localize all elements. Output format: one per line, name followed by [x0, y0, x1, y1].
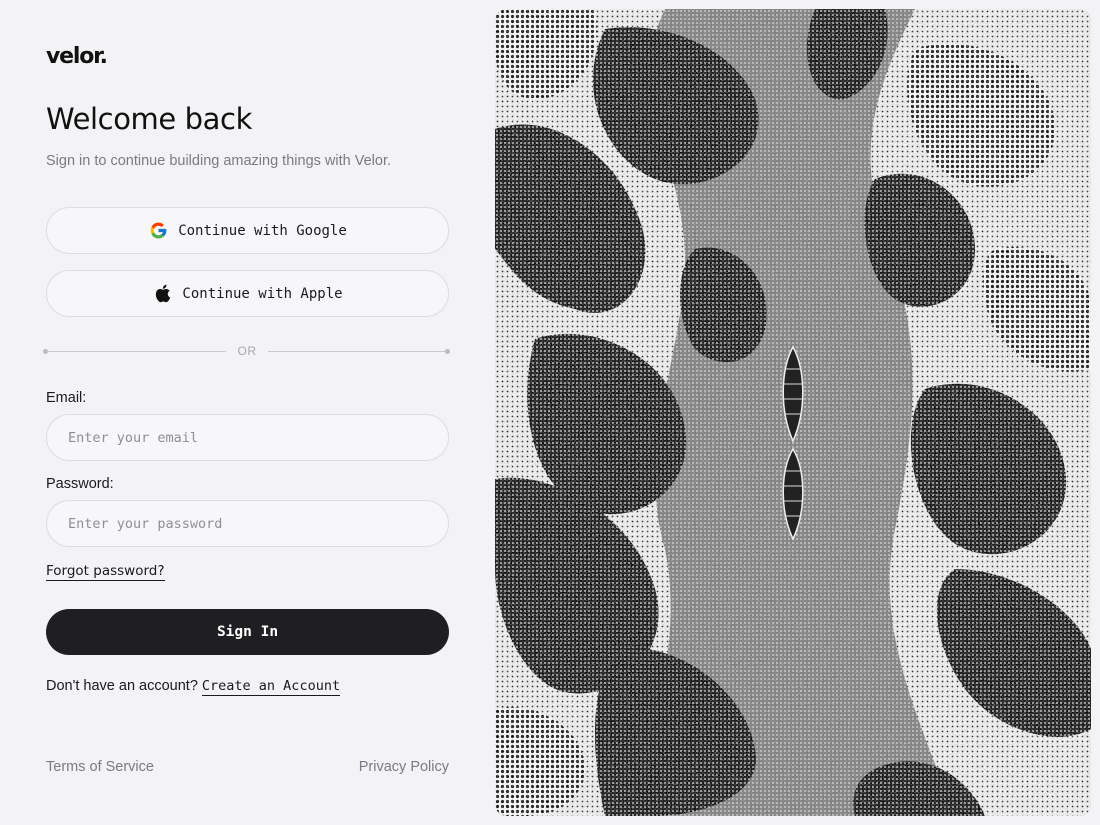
continue-with-google-button[interactable]: Continue with Google [46, 207, 449, 254]
google-button-label: Continue with Google [178, 222, 347, 239]
apple-icon [152, 284, 172, 304]
sign-in-panel: velor. Welcome back Sign in to continue … [43, 0, 452, 825]
password-field[interactable] [46, 500, 449, 547]
signup-prompt: Don't have an account? [46, 678, 198, 694]
velor-logo: velor. [46, 44, 108, 69]
signup-row: Don't have an account? Create an Account [46, 678, 341, 696]
google-icon [148, 221, 168, 241]
divider-line-right [268, 351, 449, 352]
aerial-river-image [495, 9, 1091, 816]
divider-line-left [46, 351, 226, 352]
sign-in-button[interactable]: Sign In [46, 609, 449, 655]
or-divider: OR [43, 344, 452, 360]
privacy-policy-link[interactable]: Privacy Policy [359, 759, 449, 775]
create-account-link[interactable]: Create an Account [201, 678, 341, 696]
email-label: Email: [46, 390, 87, 406]
page-title: Welcome back [46, 102, 252, 136]
divider-text: OR [237, 344, 257, 358]
password-label: Password: [46, 476, 114, 492]
terms-of-service-link[interactable]: Terms of Service [46, 759, 154, 775]
forgot-password-link[interactable]: Forgot password? [46, 563, 165, 581]
apple-button-label: Continue with Apple [182, 285, 343, 302]
divider-dot-right [445, 349, 450, 354]
email-field[interactable] [46, 414, 449, 461]
continue-with-apple-button[interactable]: Continue with Apple [46, 270, 449, 317]
page-subtitle: Sign in to continue building amazing thi… [46, 153, 391, 169]
